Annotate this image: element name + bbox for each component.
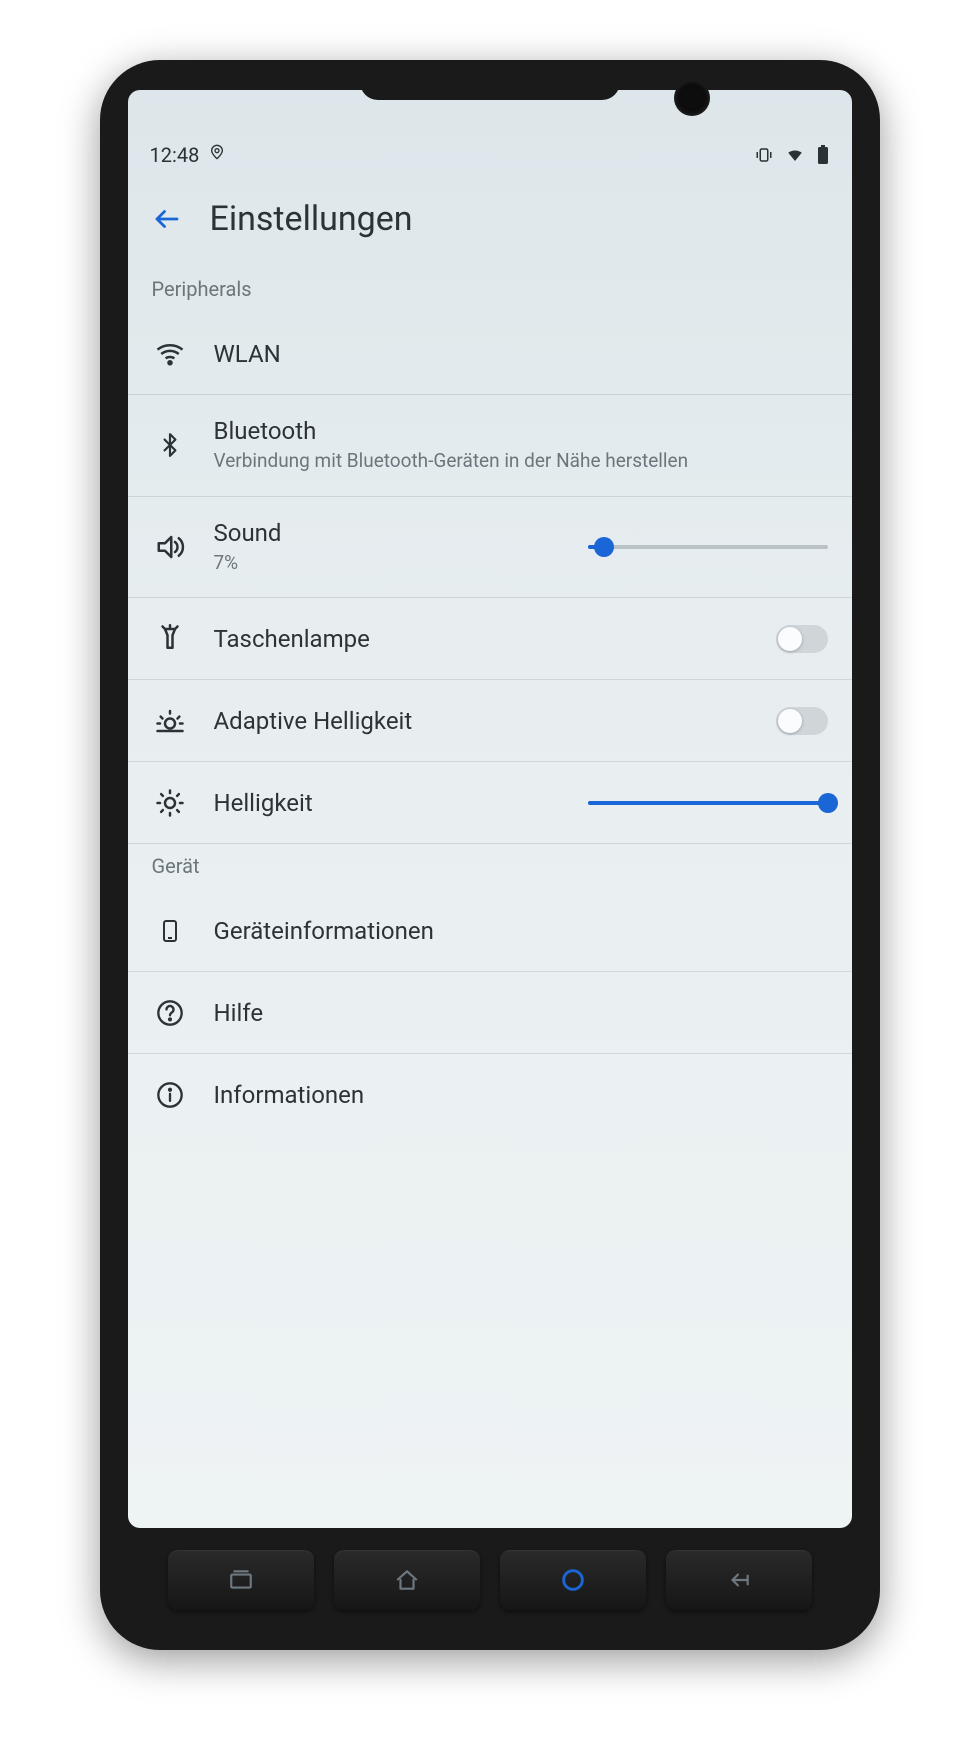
hardware-buttons [128,1528,852,1610]
location-icon [209,142,225,167]
hw-recent-button[interactable] [168,1550,314,1610]
adaptive-brightness-icon [152,706,188,736]
adaptive-brightness-toggle[interactable] [776,707,828,735]
wifi-icon [784,146,806,164]
row-subtitle: 7% [214,551,562,576]
row-wlan[interactable]: WLAN [128,313,852,395]
row-bluetooth[interactable]: Bluetooth Verbindung mit Bluetooth-Gerät… [128,395,852,497]
row-brightness[interactable]: Helligkeit [128,762,852,844]
phone-icon [152,916,188,946]
screen: 12:48 Einstellungen [128,90,852,1528]
flashlight-toggle[interactable] [776,625,828,653]
front-camera [674,80,710,116]
phone-frame: 12:48 Einstellungen [100,60,880,1650]
status-right [754,145,830,165]
row-adaptive-brightness[interactable]: Adaptive Helligkeit [128,680,852,762]
screen-notch [360,60,620,100]
row-title: WLAN [214,340,828,368]
row-help[interactable]: Hilfe [128,972,852,1054]
info-icon [152,1081,188,1109]
sound-slider[interactable] [588,532,828,562]
status-bar: 12:48 [128,132,852,173]
section-label-peripherals: Peripherals [128,267,852,313]
status-time: 12:48 [150,143,200,167]
row-title: Bluetooth [214,417,828,445]
battery-icon [816,145,830,165]
bluetooth-icon [152,430,188,460]
row-device-info[interactable]: Geräteinformationen [128,890,852,972]
row-flashlight[interactable]: Taschenlampe [128,598,852,680]
back-button[interactable] [152,204,182,234]
app-header: Einstellungen [128,173,852,267]
row-title: Helligkeit [214,789,562,817]
status-left: 12:48 [150,142,226,167]
vibrate-icon [754,146,774,164]
row-sound[interactable]: Sound 7% [128,497,852,599]
row-info[interactable]: Informationen [128,1054,852,1136]
row-title: Adaptive Helligkeit [214,707,750,735]
hw-home-button[interactable] [334,1550,480,1610]
section-label-device: Gerät [128,844,852,890]
row-subtitle: Verbindung mit Bluetooth-Geräten in der … [214,449,828,474]
flashlight-icon [152,624,188,654]
help-icon [152,999,188,1027]
hw-assistant-button[interactable] [500,1550,646,1610]
wifi-icon [152,339,188,369]
sound-icon [152,532,188,562]
brightness-icon [152,788,188,818]
brightness-slider[interactable] [588,788,828,818]
row-title: Taschenlampe [214,625,750,653]
row-title: Geräteinformationen [214,917,828,945]
page-title: Einstellungen [210,199,413,239]
row-title: Hilfe [214,999,828,1027]
hw-back-button[interactable] [666,1550,812,1610]
row-title: Informationen [214,1081,828,1109]
row-title: Sound [214,519,562,547]
